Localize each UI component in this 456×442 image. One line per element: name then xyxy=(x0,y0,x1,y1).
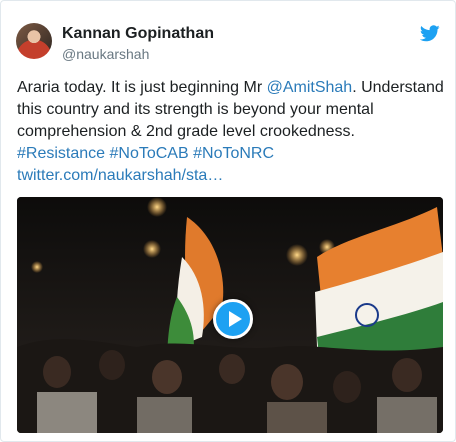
author-avatar[interactable] xyxy=(16,23,52,59)
tweet-card: Kannan Gopinathan @naukarshah Araria tod… xyxy=(0,0,456,442)
hashtag-link[interactable]: #NoToNRC xyxy=(193,145,274,162)
author-name[interactable]: Kannan Gopinathan xyxy=(62,25,214,43)
tweet-url-link[interactable]: twitter.com/naukarshah/sta… xyxy=(17,167,223,184)
twitter-bird-icon[interactable] xyxy=(420,25,440,42)
author-handle[interactable]: @naukarshah xyxy=(62,46,149,62)
hashtag-link[interactable]: #Resistance xyxy=(17,145,105,162)
video-thumbnail[interactable] xyxy=(17,197,443,433)
tweet-text: Araria today. It is just beginning Mr @A… xyxy=(17,77,449,187)
play-icon[interactable] xyxy=(213,299,253,339)
hashtag-link[interactable]: #NoToCAB xyxy=(110,145,189,162)
tweet-header: Kannan Gopinathan @naukarshah xyxy=(16,19,440,69)
mention-link[interactable]: @AmitShah xyxy=(267,79,353,96)
tweet-text-part1: Araria today. It is just beginning Mr xyxy=(17,79,267,96)
